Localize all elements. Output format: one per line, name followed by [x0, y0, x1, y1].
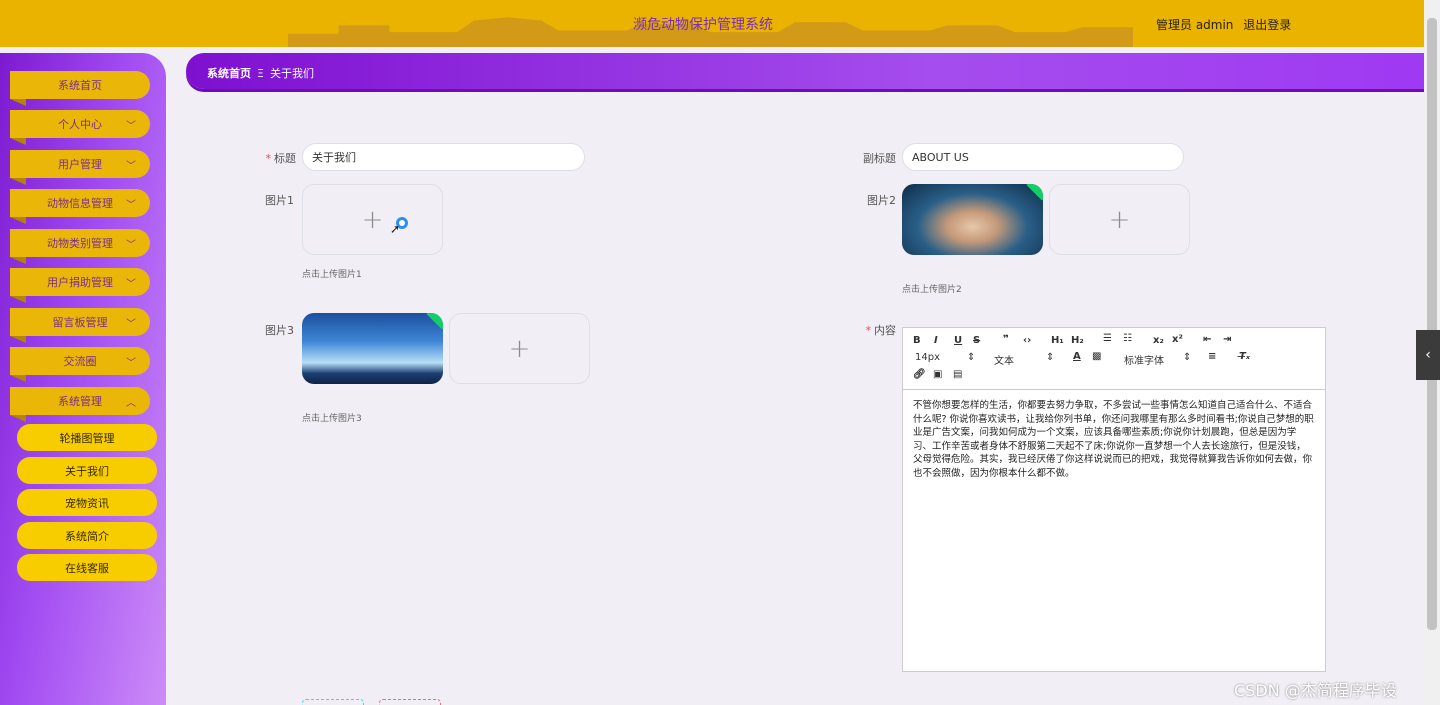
block-format-select[interactable]: 文本	[994, 352, 1014, 367]
title-input[interactable]: 关于我们	[302, 143, 585, 171]
editor-toolbar: B I U S ❞ ‹› H₁ H₂ ☰ ☷ x₂ x² ⇤ ⇥ 14px ⇕ …	[903, 328, 1325, 390]
rich-text-editor[interactable]: B I U S ❞ ‹› H₁ H₂ ☰ ☷ x₂ x² ⇤ ⇥ 14px ⇕ …	[902, 327, 1326, 672]
sidebar-item-personal-center[interactable]: 个人中心 ﹀	[10, 110, 150, 145]
strikethrough-icon[interactable]: S	[973, 335, 980, 346]
editor-content[interactable]: 不管你想要怎样的生活，你都要去努力争取，不多尝试一些事情怎么知道自己适合什么、不…	[903, 390, 1325, 489]
image-icon[interactable]: ▣	[933, 369, 942, 380]
breadcrumb: 系统首页 Ξ 关于我们	[186, 53, 1424, 89]
image3-hint: 点击上传图片3	[302, 414, 362, 424]
italic-icon[interactable]: I	[934, 335, 938, 346]
sidebar-item-home[interactable]: 系统首页	[10, 71, 150, 106]
clear-format-icon[interactable]: T̶ₓ	[1239, 351, 1250, 362]
image1-label: 图片1	[265, 194, 294, 207]
blockquote-icon[interactable]: ❞	[1003, 334, 1009, 345]
video-icon[interactable]: ▤	[953, 369, 962, 380]
indent-icon[interactable]: ⇥	[1223, 334, 1231, 345]
subtitle-label: 副标题	[863, 152, 896, 165]
chevron-down-icon: ﹀	[126, 319, 136, 330]
content-label: * 内容	[865, 324, 897, 337]
mouse-cursor-icon: ➚	[390, 222, 401, 236]
chevron-down-icon: ﹀	[126, 200, 136, 211]
title-label: * 标题	[265, 152, 297, 165]
user-area: 管理员 admin 退出登录	[1156, 16, 1297, 33]
bold-icon[interactable]: B	[913, 335, 921, 346]
breadcrumb-home[interactable]: 系统首页	[207, 67, 251, 80]
plus-icon: +	[361, 204, 384, 235]
chevron-down-icon: ﹀	[126, 161, 136, 172]
image1-hint: 点击上传图片1	[302, 270, 362, 280]
text-color-icon[interactable]: A	[1073, 351, 1081, 362]
chevron-down-icon: ﹀	[126, 358, 136, 369]
submit-button[interactable]	[302, 699, 364, 705]
chevron-down-icon: ﹀	[126, 121, 136, 132]
sidebar-subitem-pet-news[interactable]: 宠物资讯	[17, 489, 157, 516]
chevron-left-icon[interactable]: ‹	[1416, 330, 1440, 380]
image3-upload-button[interactable]: +	[449, 313, 590, 384]
upload-success-badge-icon	[1026, 184, 1043, 201]
sidebar-item-user-management[interactable]: 用户管理 ﹀	[10, 150, 150, 185]
subtitle-input[interactable]: ABOUT US	[902, 143, 1184, 171]
chevron-down-icon: ﹀	[126, 240, 136, 251]
heading2-icon[interactable]: H₂	[1071, 335, 1084, 346]
bullet-list-icon[interactable]: ☷	[1123, 333, 1132, 344]
updown-arrow-icon: ⇕	[1183, 352, 1192, 363]
top-header: 濒危动物保护管理系统 管理员 admin 退出登录	[0, 0, 1424, 47]
plus-icon: +	[508, 333, 531, 364]
image3-label: 图片3	[265, 324, 294, 337]
breadcrumb-separator-icon: Ξ	[257, 67, 264, 80]
outdent-icon[interactable]: ⇤	[1203, 334, 1211, 345]
chevron-down-icon: ﹀	[126, 279, 136, 290]
updown-arrow-icon: ⇕	[1046, 352, 1055, 363]
heading1-icon[interactable]: H₁	[1051, 335, 1064, 346]
sidebar-subitem-online-service[interactable]: 在线客服	[17, 554, 157, 581]
sidebar-subitem-carousel[interactable]: 轮播图管理	[17, 424, 157, 451]
admin-user-label: 管理员 admin	[1156, 18, 1234, 32]
plus-icon: +	[1108, 204, 1131, 235]
sidebar-item-animal-info[interactable]: 动物信息管理 ﹀	[10, 189, 150, 224]
image2-label: 图片2	[867, 194, 896, 207]
sidebar-item-community[interactable]: 交流圈 ﹀	[10, 347, 150, 382]
code-block-icon[interactable]: ‹›	[1023, 335, 1031, 346]
ordered-list-icon[interactable]: ☰	[1103, 333, 1112, 344]
link-icon[interactable]: 🔗︎	[913, 369, 926, 380]
background-color-icon[interactable]: ▩	[1092, 351, 1101, 362]
subscript-icon[interactable]: x₂	[1153, 335, 1164, 346]
superscript-icon[interactable]: x²	[1172, 334, 1183, 345]
breadcrumb-current: 关于我们	[269, 67, 314, 80]
sidebar-item-message-board[interactable]: 留言板管理 ﹀	[10, 308, 150, 343]
cancel-button[interactable]	[379, 699, 441, 705]
watermark: CSDN @杰简程序毕设	[1234, 681, 1397, 700]
updown-arrow-icon: ⇕	[967, 352, 976, 363]
align-icon[interactable]: ≡	[1208, 351, 1216, 362]
underline-icon[interactable]: U	[954, 335, 962, 346]
font-size-select[interactable]: 14px	[915, 352, 940, 363]
logout-link[interactable]: 退出登录	[1243, 18, 1291, 32]
image1-upload-button[interactable]: +	[302, 184, 443, 255]
sidebar: 系统首页 个人中心 ﹀ 用户管理 ﹀ 动物信息管理 ﹀ 动物类别管理 ﹀ 用户捐助管理 ﹀…	[0, 53, 166, 705]
upload-success-badge-icon	[426, 313, 443, 330]
image2-thumbnail[interactable]	[902, 184, 1043, 255]
sidebar-item-system-management[interactable]: 系统管理 ︿	[10, 387, 150, 422]
scrollbar-thumb[interactable]	[1427, 18, 1437, 630]
font-family-select[interactable]: 标准字体	[1124, 352, 1164, 367]
image2-upload-button[interactable]: +	[1049, 184, 1190, 255]
sidebar-subitem-about-us[interactable]: 关于我们	[17, 457, 157, 484]
sidebar-subitem-system-intro[interactable]: 系统简介	[17, 522, 157, 549]
image2-hint: 点击上传图片2	[902, 285, 962, 295]
chevron-up-icon: ︿	[126, 398, 136, 409]
image3-thumbnail[interactable]	[302, 313, 443, 384]
sidebar-item-donation[interactable]: 用户捐助管理 ﹀	[10, 268, 150, 303]
sidebar-item-animal-category[interactable]: 动物类别管理 ﹀	[10, 229, 150, 264]
